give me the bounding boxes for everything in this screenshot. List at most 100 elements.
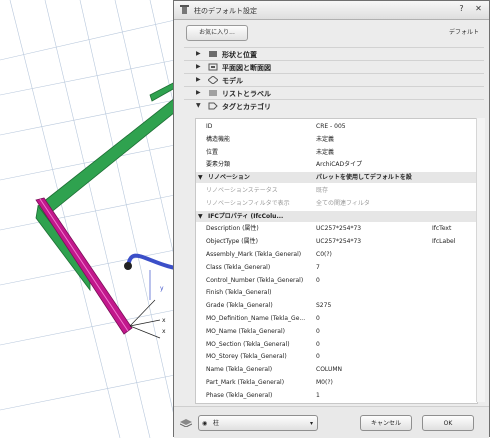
property-key: Assembly_Mark (Tekla_General) [206, 251, 302, 258]
property-value[interactable]: 0 [316, 339, 320, 350]
property-key: MO_Definition_Name (Tekla_Ge... [206, 315, 306, 322]
property-key: Control_Number (Tekla_General) [206, 276, 304, 284]
eye-icon: ◉ [202, 420, 208, 427]
property-value[interactable]: C0(?) [316, 249, 332, 260]
property-row[interactable]: ObjectType (属性) UC257*254*73 IfcLabel [196, 236, 477, 247]
layer-icon [180, 419, 192, 427]
chevron-right-icon: ▶ [196, 63, 201, 70]
svg-text:x: x [162, 328, 166, 335]
property-value[interactable]: 全ての関連フィルタ [316, 198, 370, 209]
property-row[interactable]: リノベーションステータス 既存 [196, 185, 477, 196]
property-key: ObjectType (属性) [206, 238, 258, 246]
chevron-down-icon[interactable]: ▼ [198, 211, 203, 222]
chevron-down-icon: ▼ [196, 102, 201, 109]
property-row[interactable]: MO_Name (Tekla_General) 0 [196, 326, 477, 337]
property-value[interactable]: パレットを使用してデフォルトを設 [316, 172, 412, 183]
help-icon[interactable]: ? [456, 4, 467, 14]
property-group-row[interactable]: ▼ IFCプロパティ (IfcColu... [196, 210, 477, 222]
property-key: 位置 [206, 148, 219, 156]
vertical-scrollbar[interactable] [476, 118, 485, 402]
property-type: IfcLabel [432, 238, 456, 246]
property-value[interactable]: M0(?) [316, 377, 333, 388]
category-shape-position[interactable]: ▶ 形状と位置 [184, 47, 484, 60]
property-value[interactable]: 未定義 [316, 147, 334, 158]
property-row[interactable]: Assembly_Mark (Tekla_General) C0(?) [196, 249, 477, 260]
property-key: MO_Name (Tekla_General) [206, 327, 285, 335]
default-label: デフォルト [448, 29, 479, 36]
property-group-row[interactable]: ▼ リノベーション パレットを使用してデフォルトを設 [196, 172, 477, 184]
favorites-button[interactable]: お気に入り... [186, 25, 248, 41]
perspective-grid [0, 0, 176, 438]
property-key: Name (Tekla_General) [206, 366, 273, 374]
property-row[interactable]: Description (属性) UC257*254*73 IfcText [196, 223, 477, 234]
property-row[interactable]: Class (Tekla_General) 7 [196, 262, 477, 273]
property-key: リノベーション [208, 174, 250, 182]
property-value[interactable]: 未定義 [316, 134, 334, 145]
property-key: 要素分類 [206, 161, 231, 169]
property-value[interactable]: 既存 [316, 185, 328, 196]
chevron-right-icon: ▶ [196, 89, 201, 96]
close-icon[interactable]: ✕ [473, 4, 484, 14]
property-row[interactable]: Name (Tekla_General) COLUMN [196, 364, 477, 375]
tag-icon [208, 102, 218, 110]
title-bar[interactable]: 柱のデフォルト設定 ? ✕ [174, 1, 489, 20]
property-row[interactable]: Finish (Tekla_General) [196, 287, 477, 298]
property-value[interactable]: S275 [316, 300, 331, 311]
property-key: IFCプロパティ (IfcColu... [208, 212, 284, 220]
column-tool-icon [180, 5, 189, 14]
category-list-label[interactable]: ▶ リストとラベル [184, 86, 484, 99]
window-title: 柱のデフォルト設定 [194, 7, 257, 15]
property-value[interactable]: COLUMN [316, 364, 342, 375]
property-row[interactable]: Phase (Tekla_General) 1 [196, 390, 477, 401]
property-row[interactable]: 位置 未定義 [196, 147, 477, 158]
property-value[interactable]: 7 [316, 262, 320, 273]
chevron-right-icon: ▶ [196, 50, 201, 57]
property-key: リノベーションフィルタで表示 [206, 199, 290, 207]
property-value[interactable]: 0 [316, 313, 320, 324]
shape-icon [209, 51, 217, 57]
property-row[interactable]: リノベーションフィルタで表示 全ての関連フィルタ [196, 198, 477, 209]
property-row[interactable]: 構造機能 未定義 [196, 134, 477, 145]
list-icon [209, 90, 217, 96]
property-key: MO_Section (Tekla_General) [206, 340, 290, 348]
property-value[interactable]: ArchiCADタイプ [316, 159, 362, 170]
property-row[interactable]: Part_Mark (Tekla_General) M0(?) [196, 377, 477, 388]
column-default-settings-dialog: 柱のデフォルト設定 ? ✕ お気に入り... デフォルト ▶ 形状と位置 ▶ 平… [173, 0, 490, 438]
property-row[interactable]: Grade (Tekla_General) S275 [196, 300, 477, 311]
property-value[interactable]: CRE - 005 [316, 121, 346, 132]
property-value[interactable]: UC257*254*73 [316, 223, 361, 234]
property-key: リノベーションステータス [206, 187, 278, 194]
property-row[interactable]: MO_Definition_Name (Tekla_Ge... 0 [196, 313, 477, 324]
property-key: ID [206, 123, 213, 130]
property-key: Part_Mark (Tekla_General) [206, 379, 285, 386]
cancel-button[interactable]: キャンセル [360, 415, 412, 431]
property-value[interactable]: 1 [316, 390, 320, 401]
category-plan-section[interactable]: ▶ 平面図と断面図 [184, 60, 484, 73]
property-key: Class (Tekla_General) [206, 263, 271, 271]
layer-select[interactable]: ◉ 柱 ▾ [198, 415, 318, 431]
category-tags[interactable]: ▼ タグとカテゴリ [184, 99, 484, 112]
chevron-down-icon[interactable]: ▼ [198, 172, 203, 183]
property-key: Phase (Tekla_General) [206, 391, 273, 399]
property-key: 構造機能 [206, 135, 231, 143]
svg-text:y: y [160, 285, 164, 292]
magenta-column [35, 197, 133, 335]
property-key: Description (属性) [206, 225, 259, 233]
property-type: IfcText [432, 225, 452, 233]
property-row[interactable]: ID CRE - 005 [196, 121, 477, 132]
category-model[interactable]: ▶ モデル [184, 73, 484, 86]
property-value[interactable]: 0 [316, 326, 320, 337]
property-row[interactable]: MO_Storey (Tekla_General) 0 [196, 351, 477, 362]
property-row[interactable]: MO_Section (Tekla_General) 0 [196, 339, 477, 350]
chevron-right-icon: ▶ [196, 76, 201, 83]
svg-text:x: x [162, 317, 166, 324]
property-row[interactable]: Control_Number (Tekla_General) 0 [196, 275, 477, 286]
ok-button[interactable]: OK [422, 415, 474, 431]
property-value[interactable]: 0 [316, 351, 320, 362]
axis-gizmo: x x y [129, 270, 166, 339]
plan-icon [208, 63, 218, 71]
property-value[interactable]: UC257*254*73 [316, 236, 361, 247]
property-row[interactable]: 要素分類 ArchiCADタイプ [196, 159, 477, 170]
property-table[interactable]: ID CRE - 005 構造機能 未定義 位置 未定義 要素分類 ArchiCADタイプ ▼ リ… [195, 118, 478, 404]
property-value[interactable]: 0 [316, 275, 320, 286]
